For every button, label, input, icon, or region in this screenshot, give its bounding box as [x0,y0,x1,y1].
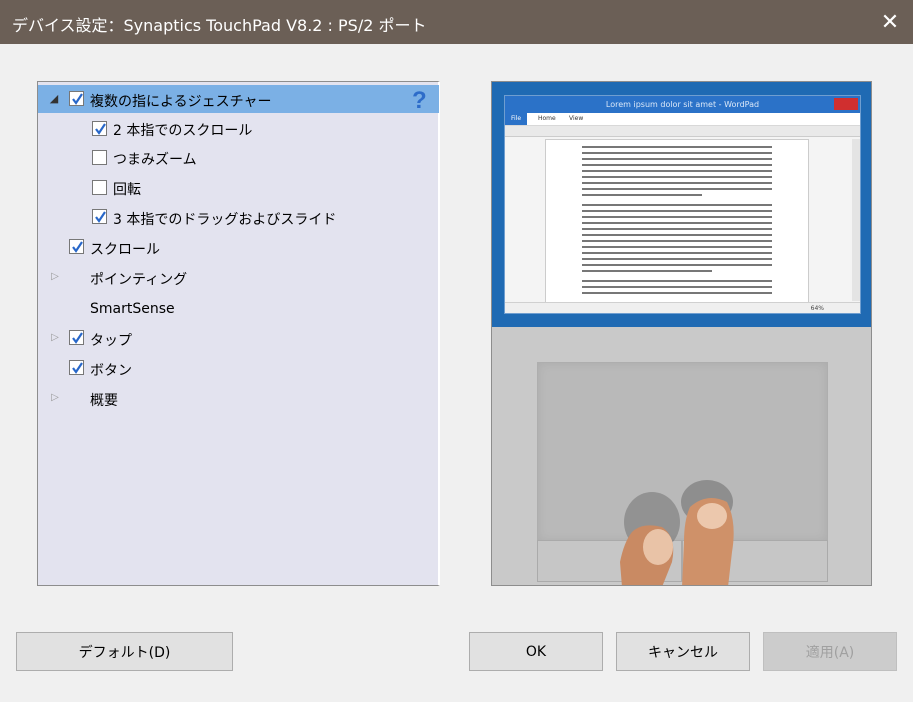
gesture-preview: Lorem ipsum dolor sit amet - WordPad Fil… [491,81,872,586]
tree-item-label: 概要 [90,393,118,409]
apply-button: 適用(A) [763,632,897,671]
tree-item-overview[interactable]: ▷ 概要 [38,386,439,412]
tree-item-label: ボタン [90,363,132,379]
collapsed-arrow-icon[interactable]: ▷ [49,271,61,283]
fingers-illustration [620,480,734,585]
checkbox-rotate[interactable] [92,180,107,195]
checkbox-buttons[interactable] [69,360,84,375]
tree-item-label: ポインティング [90,272,188,288]
tree-item-label: 回転 [113,182,141,198]
checkbox-tap[interactable] [69,330,84,345]
tree-item-label: 2 本指でのスクロール [113,123,253,139]
tree-item-label: スクロール [90,242,160,258]
checkbox-pinch-zoom[interactable] [92,150,107,165]
checkbox-scroll[interactable] [69,239,84,254]
tree-item-pinch-zoom[interactable]: つまみズーム [38,145,439,171]
checkbox-three-finger-drag[interactable] [92,209,107,224]
tree-item-multi-finger-gestures[interactable]: ◢ 複数の指によるジェスチャー ? [38,85,439,115]
title-bar: デバイス設定：Synaptics TouchPad V8.2 : PS/2 ポー… [0,0,913,44]
cancel-button[interactable]: キャンセル [616,632,750,671]
tree-item-tap[interactable]: ▷ タップ [38,326,439,352]
tree-item-smartsense[interactable]: SmartSense [38,296,439,322]
help-icon[interactable]: ? [412,87,427,115]
tree-item-pointing[interactable]: ▷ ポインティング [38,265,439,291]
expanded-arrow-icon[interactable]: ◢ [48,93,60,105]
collapsed-arrow-icon[interactable]: ▷ [49,332,61,344]
close-icon[interactable]: ✕ [867,0,913,44]
tree-item-buttons[interactable]: ボタン [38,356,439,382]
tree-item-label: 複数の指によるジェスチャー [90,94,272,110]
tree-item-label: つまみズーム [113,152,197,168]
default-button[interactable]: デフォルト(D) [16,632,233,671]
checkbox-two-finger-scroll[interactable] [92,121,107,136]
tree-item-label: タップ [90,333,132,349]
ok-button[interactable]: OK [469,632,603,671]
tree-item-label: 3 本指でのドラッグおよびスライド [113,212,337,228]
window-title: デバイス設定：Synaptics TouchPad V8.2 : PS/2 ポー… [12,16,427,35]
tree-item-rotate[interactable]: 回転 [38,175,439,201]
tree-item-label: SmartSense [90,301,175,317]
tree-item-two-finger-scroll[interactable]: 2 本指でのスクロール [38,115,439,141]
checkbox-multi-finger-gestures[interactable] [69,91,84,106]
tree-item-scroll[interactable]: スクロール [38,235,439,261]
settings-tree: ◢ 複数の指によるジェスチャー ? 2 本指でのスクロール つまみズーム 回転 … [37,81,440,586]
collapsed-arrow-icon[interactable]: ▷ [49,392,61,404]
tree-item-three-finger-drag[interactable]: 3 本指でのドラッグおよびスライド [38,205,439,231]
